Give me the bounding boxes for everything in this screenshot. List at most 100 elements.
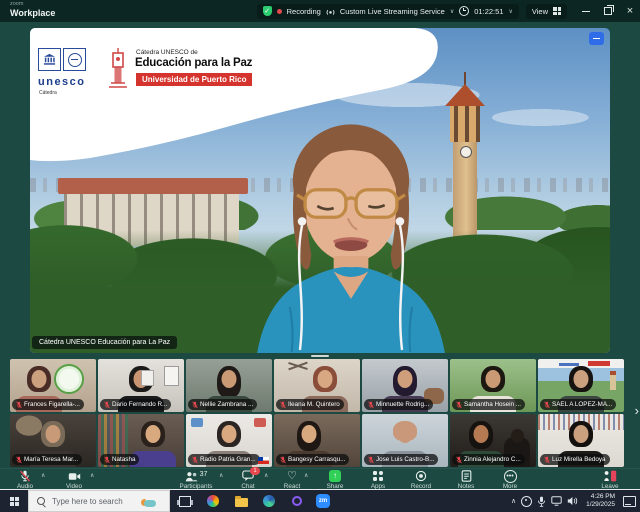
mic-muted-icon xyxy=(280,456,286,464)
tray-speaker-icon[interactable] xyxy=(567,496,578,506)
mic-muted-icon xyxy=(544,456,550,464)
participant-tile[interactable]: Samantha Hosein ... xyxy=(450,359,536,412)
designer-app-button[interactable] xyxy=(206,494,220,508)
meeting-status-pill: ✓ Recording Custom Live Streaming Servic… xyxy=(257,4,519,19)
live-stream-icon xyxy=(326,7,335,16)
participant-name: Samantha Hosein ... xyxy=(464,401,521,408)
participant-tile[interactable]: Jose Luis Castro-B... xyxy=(362,414,448,467)
notes-button[interactable]: Notes xyxy=(444,470,488,490)
more-button[interactable]: ••• More xyxy=(488,470,532,490)
loop-app-button[interactable] xyxy=(290,494,304,508)
mic-muted-icon xyxy=(16,401,22,409)
apps-button[interactable]: Apps xyxy=(356,470,400,490)
file-explorer-button[interactable] xyxy=(234,494,248,508)
record-button[interactable]: Record xyxy=(399,470,443,490)
start-button[interactable] xyxy=(0,490,28,512)
mic-muted-icon xyxy=(456,456,462,464)
participants-icon xyxy=(185,471,198,482)
participant-tile[interactable]: Zinnia Alejandro C... xyxy=(450,414,536,467)
tray-chevron-icon[interactable]: ∧ xyxy=(511,497,516,505)
participant-tile[interactable]: Bangesy Carrasqu... xyxy=(274,414,360,467)
participant-nametag: Zinnia Alejandro C... xyxy=(452,454,525,465)
participant-name: Zinnia Alejandro C... xyxy=(464,456,521,463)
zoom-app-button[interactable]: zm xyxy=(316,494,330,508)
meeting-timer[interactable]: 01:22:51 xyxy=(474,7,503,16)
participants-chevron-icon[interactable]: ∧ xyxy=(219,472,223,479)
participant-tile[interactable]: Dario Fernando R... xyxy=(98,359,184,412)
apps-icon xyxy=(372,470,384,482)
search-icon xyxy=(37,497,45,505)
thumbnail-strip-handle[interactable] xyxy=(311,355,329,357)
participant-tile[interactable]: Nellie Zambrana ... xyxy=(186,359,272,412)
participant-tile[interactable]: Radio Patria Gran... xyxy=(186,414,272,467)
camera-icon xyxy=(68,471,81,482)
mic-muted-icon xyxy=(192,456,198,464)
minimize-video-button[interactable] xyxy=(589,32,604,45)
participants-row-2: María Teresa Mar... Natasha xyxy=(10,414,624,467)
unesco-logo xyxy=(38,48,86,71)
notes-icon xyxy=(461,470,472,482)
view-button[interactable]: View xyxy=(526,4,567,19)
timer-clock-icon xyxy=(459,6,469,16)
streaming-chevron-icon[interactable]: ∨ xyxy=(450,8,454,15)
search-input[interactable] xyxy=(50,496,140,507)
participant-nametag: Frances Figarella-... xyxy=(12,399,84,410)
leave-button[interactable]: Leave xyxy=(588,470,632,490)
audio-chevron-icon[interactable]: ∧ xyxy=(41,472,45,479)
app-logo: zoom Workplace xyxy=(10,2,55,18)
participant-tile[interactable]: María Teresa Mar... xyxy=(10,414,96,467)
zoom-toolbar: Audio ∧ Video ∧ 37 Participants ∧ xyxy=(0,468,640,490)
unesco-banner: unesco Cátedra Cátedra UNESCO de Educaci… xyxy=(30,28,460,178)
close-button[interactable]: × xyxy=(622,2,638,20)
participant-name: Nellie Zambrana ... xyxy=(200,401,253,408)
share-button[interactable]: ↑ Share xyxy=(313,470,357,490)
timer-chevron-icon[interactable]: ∨ xyxy=(508,8,512,15)
tray-mic-icon[interactable] xyxy=(537,496,546,507)
view-label: View xyxy=(532,7,548,16)
participant-nametag: Bangesy Carrasqu... xyxy=(276,454,349,465)
edge-icon xyxy=(263,495,275,507)
participant-tile[interactable]: SAEL A LOPEZ-MA... xyxy=(538,359,624,412)
participant-tile[interactable]: Ileana M. Quintero xyxy=(274,359,360,412)
react-chevron-icon[interactable]: ∧ xyxy=(304,472,308,479)
main-video[interactable]: unesco Cátedra Cátedra UNESCO de Educaci… xyxy=(30,28,610,353)
system-tray: ∧ 4:26 PM 1/29/2025 xyxy=(511,490,640,512)
streaming-service-label[interactable]: Custom Live Streaming Service xyxy=(340,7,445,16)
participant-name: María Teresa Mar... xyxy=(24,456,78,463)
edge-browser-button[interactable] xyxy=(262,494,276,508)
participant-strip: Frances Figarella-... Dario Fernando R..… xyxy=(0,358,640,468)
tile-scene-detail xyxy=(54,364,84,394)
chat-chevron-icon[interactable]: ∧ xyxy=(264,472,268,479)
action-center-icon[interactable] xyxy=(623,496,636,507)
taskbar-search[interactable] xyxy=(28,490,170,512)
app-name-workplace: Workplace xyxy=(10,9,55,18)
participant-nametag: María Teresa Mar... xyxy=(12,454,82,465)
video-chevron-icon[interactable]: ∧ xyxy=(90,472,94,479)
minimize-button[interactable] xyxy=(578,2,594,20)
participant-nametag: Luz Mirella Bedoya xyxy=(540,454,610,465)
participant-nametag: Nellie Zambrana ... xyxy=(188,399,257,410)
participants-row-1: Frances Figarella-... Dario Fernando R..… xyxy=(10,359,624,412)
participant-tile[interactable]: Luz Mirella Bedoya xyxy=(538,414,624,467)
zoom-app-icon: zm xyxy=(316,494,330,508)
participant-tile[interactable]: Natasha xyxy=(98,414,184,467)
weather-icon[interactable] xyxy=(140,495,157,508)
leave-door-icon xyxy=(603,470,617,482)
participants-button[interactable]: 37 Participants xyxy=(168,470,224,490)
task-view-button[interactable] xyxy=(178,494,192,508)
restore-button[interactable] xyxy=(600,2,616,20)
recording-label: Recording xyxy=(287,7,321,16)
tower-illustration-icon xyxy=(106,47,130,91)
participant-tile[interactable]: Minnuette Rodrig... xyxy=(362,359,448,412)
taskbar-clock[interactable]: 4:26 PM 1/29/2025 xyxy=(586,493,615,509)
more-participants-chevron[interactable]: › xyxy=(635,404,639,417)
mic-muted-icon xyxy=(19,470,31,482)
mic-muted-icon xyxy=(456,401,462,409)
tray-display-icon[interactable] xyxy=(551,496,562,506)
participant-nametag: Jose Luis Castro-B... xyxy=(364,454,438,465)
security-shield-icon[interactable]: ✓ xyxy=(263,6,272,16)
participant-tile[interactable]: Frances Figarella-... xyxy=(10,359,96,412)
tray-app-icon[interactable] xyxy=(521,496,532,507)
participant-nametag: Samantha Hosein ... xyxy=(452,399,525,410)
banner-line2: Educación para la Paz xyxy=(135,57,252,69)
